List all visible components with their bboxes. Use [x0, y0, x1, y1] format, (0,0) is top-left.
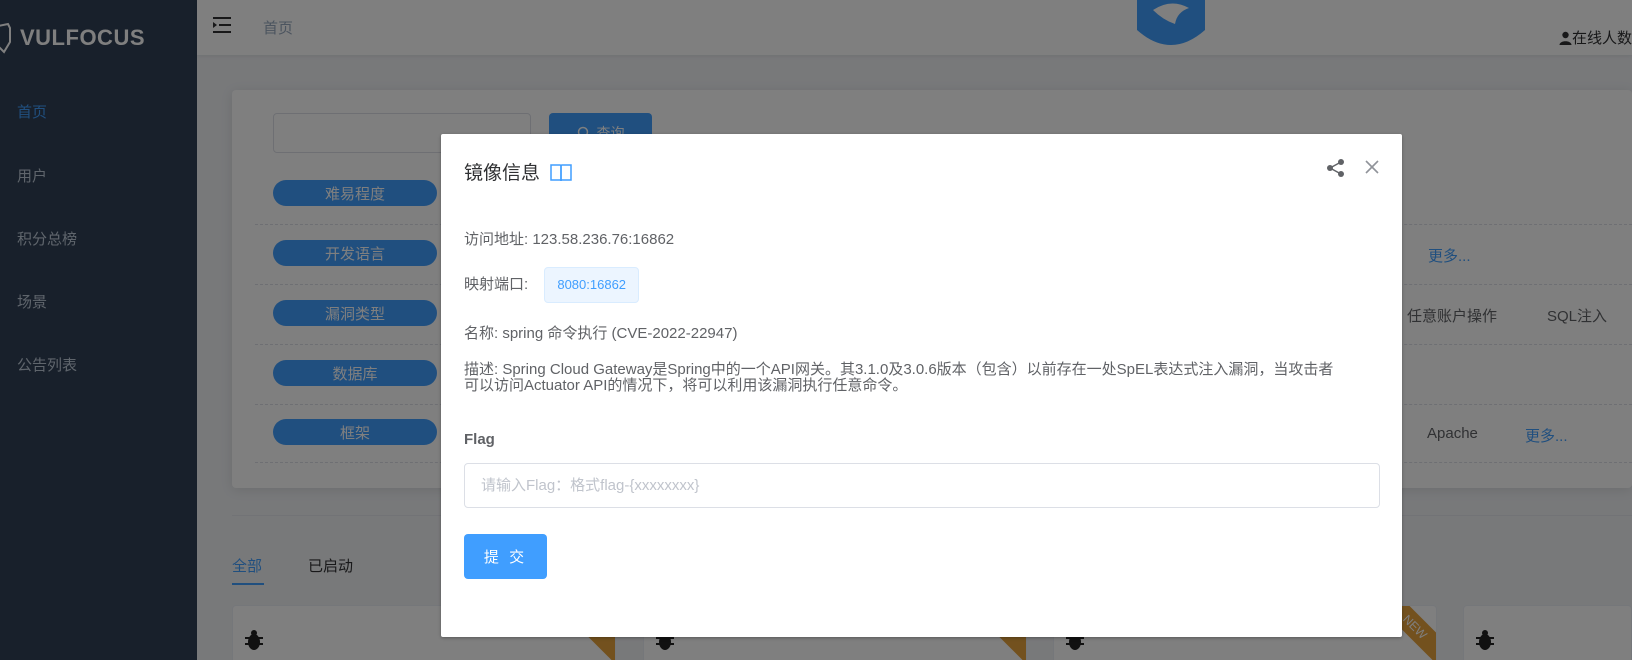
share-icon[interactable] [1326, 158, 1346, 178]
close-icon[interactable] [1364, 159, 1380, 175]
submit-button[interactable]: 提 交 [464, 534, 547, 579]
description: 描述: Spring Cloud Gateway是Spring中的一个API网关… [464, 362, 1384, 394]
port-tag: 8080:16862 [544, 267, 640, 303]
flag-input[interactable] [464, 463, 1380, 508]
name-field: 名称: spring 命令执行 (CVE-2022-22947) [464, 322, 737, 343]
name-label: 名称: [464, 325, 499, 342]
port-label: 映射端口: [464, 275, 529, 293]
address-label: 访问地址: [464, 231, 529, 248]
description-line: 描述: Spring Cloud Gateway是Spring中的一个API网关… [464, 361, 1334, 378]
flag-label: Flag [464, 431, 495, 448]
book-icon[interactable] [550, 162, 572, 182]
name-value: spring 命令执行 (CVE-2022-22947) [502, 325, 738, 342]
port-field: 映射端口: 8080:16862 [464, 267, 640, 303]
dialog-title-text: 镜像信息 [464, 163, 541, 184]
address-value[interactable]: 123.58.236.76:16862 [532, 231, 674, 248]
address-field: 访问地址: 123.58.236.76:16862 [464, 228, 674, 249]
dialog-title: 镜像信息 [464, 158, 572, 185]
image-info-dialog: 镜像信息 访问地址: 123.58.236.76:16862 映射端口: 808… [441, 134, 1402, 637]
description-line: 可以访问Actuator API的情况下，将可以利用该漏洞执行任意命令。 [464, 377, 908, 394]
